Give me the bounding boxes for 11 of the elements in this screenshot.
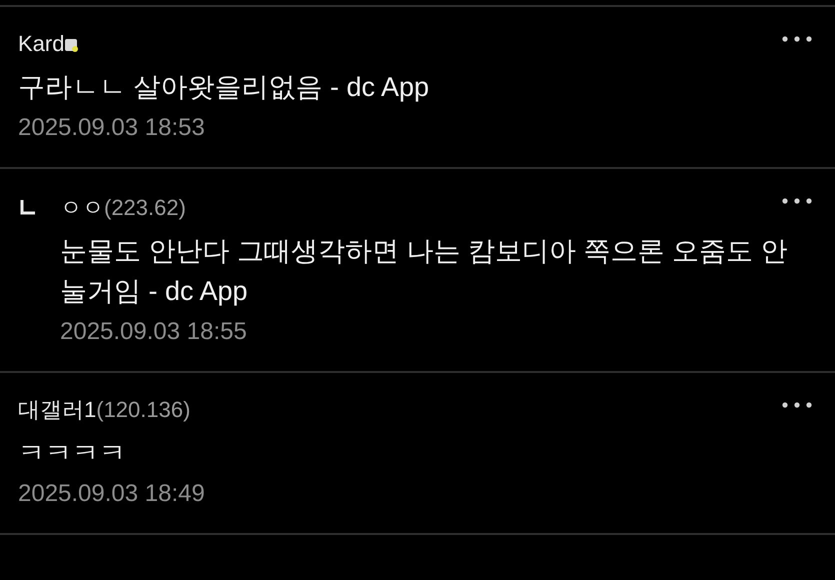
- comment-text: ㅋㅋㅋㅋ: [18, 437, 127, 470]
- ip-address: (223.62): [104, 194, 186, 222]
- comment-timestamp: 2025.09.03 18:49: [18, 479, 206, 509]
- comment-timestamp: 2025.09.03 18:55: [60, 317, 248, 347]
- comment-timestamp: 2025.09.03 18:53: [18, 113, 206, 143]
- comment-text: 눈물도 안난다 그때생각하면 나는 캄보디아 쪽으론 오줌도 안 눌거임 - dc App: [60, 235, 789, 308]
- author-name: Kard: [18, 30, 64, 58]
- author-name: ㅇㅇ: [60, 194, 104, 222]
- author-name: 대갤러1: [18, 396, 96, 424]
- comment-text: 구라ㄴㄴ 살아왓을리없음 - dc App: [18, 71, 430, 104]
- ip-address: (120.136): [96, 396, 190, 424]
